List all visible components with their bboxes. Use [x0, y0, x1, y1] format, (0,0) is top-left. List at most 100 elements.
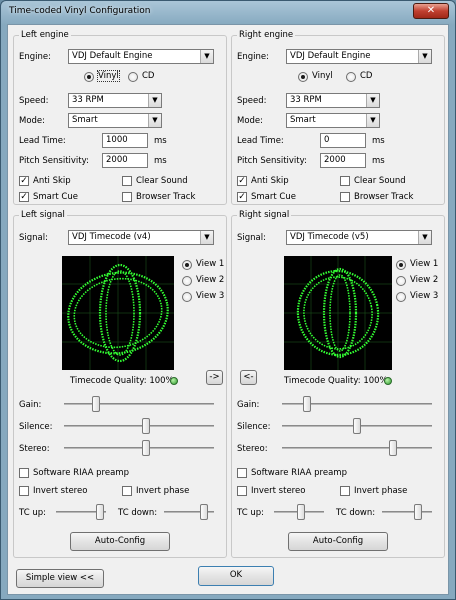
right-view1-radio[interactable] [396, 260, 406, 270]
left-vinyl-radio[interactable] [84, 72, 94, 82]
right-browser-track-checkbox[interactable] [340, 192, 350, 202]
right-vinyl-label: Vinyl [312, 71, 333, 81]
left-tc-down-slider[interactable] [164, 502, 214, 522]
right-view3-radio[interactable] [396, 292, 406, 302]
right-engine-select[interactable]: VDJ Default Engine ▼ [286, 49, 432, 64]
right-engine-value: VDJ Default Engine [290, 51, 371, 61]
right-speed-select[interactable]: 33 RPM ▼ [286, 93, 380, 108]
right-lead-unit: ms [372, 136, 385, 146]
left-gain-slider[interactable] [64, 394, 214, 414]
left-browser-track-checkbox[interactable] [122, 192, 132, 202]
left-lead-input[interactable]: 1000 [102, 133, 148, 148]
left-view3-label: View 3 [196, 291, 225, 301]
slider-thumb[interactable] [142, 440, 150, 456]
left-riaa-checkbox[interactable] [19, 468, 29, 478]
left-silence-slider[interactable] [64, 416, 214, 436]
left-browser-track-label: Browser Track [136, 192, 196, 202]
left-tc-up-slider[interactable] [56, 502, 106, 522]
right-smart-cue-checkbox[interactable]: ✓ [237, 192, 247, 202]
right-pitch-label: Pitch Sensitivity: [237, 156, 307, 166]
title-bar[interactable]: Time-coded Vinyl Configuration ✕ [1, 1, 455, 23]
right-auto-config-button[interactable]: Auto-Config [288, 532, 388, 551]
chevron-down-icon: ▼ [200, 231, 213, 244]
left-anti-skip-checkbox[interactable]: ✓ [19, 176, 29, 186]
right-signal-select[interactable]: VDJ Timecode (v5) ▼ [286, 230, 432, 245]
left-auto-config-button[interactable]: Auto-Config [70, 532, 170, 551]
right-engine-label: Engine: [237, 52, 269, 62]
left-stereo-slider[interactable] [64, 438, 214, 458]
left-view1-radio[interactable] [182, 260, 192, 270]
left-copy-right-button[interactable]: -> [206, 370, 223, 385]
chevron-down-icon: ▼ [418, 50, 431, 63]
left-signal-select[interactable]: VDJ Timecode (v4) ▼ [68, 230, 214, 245]
right-view2-radio[interactable] [396, 276, 406, 286]
left-tc-down-label: TC down: [118, 508, 158, 518]
left-smart-cue-label: Smart Cue [33, 192, 78, 202]
right-signal-value: VDJ Timecode (v5) [290, 232, 369, 242]
right-view3-label: View 3 [410, 291, 439, 301]
left-invert-stereo-checkbox[interactable] [19, 486, 29, 496]
slider-thumb[interactable] [92, 396, 100, 412]
left-riaa-label: Software RIAA preamp [33, 468, 129, 478]
right-stereo-slider[interactable] [282, 438, 432, 458]
left-view2-radio[interactable] [182, 276, 192, 286]
ok-button[interactable]: OK [198, 566, 274, 586]
slider-thumb[interactable] [96, 504, 104, 520]
slider-track [64, 403, 214, 405]
right-pitch-input[interactable]: 2000 [320, 153, 366, 168]
right-timecode-scope [284, 256, 392, 370]
left-engine-label: Engine: [19, 52, 51, 62]
right-invert-stereo-checkbox[interactable] [237, 486, 247, 496]
left-view3-radio[interactable] [182, 292, 192, 302]
left-mode-select[interactable]: Smart ▼ [68, 113, 162, 128]
slider-thumb[interactable] [303, 396, 311, 412]
left-lead-unit: ms [154, 136, 167, 146]
right-vinyl-radio[interactable] [298, 72, 308, 82]
right-invert-stereo-label: Invert stereo [251, 486, 306, 496]
left-invert-phase-checkbox[interactable] [122, 486, 132, 496]
left-pitch-input[interactable]: 2000 [102, 153, 148, 168]
slider-thumb[interactable] [414, 504, 422, 520]
right-lead-input[interactable]: 0 [320, 133, 366, 148]
right-gain-slider[interactable] [282, 394, 432, 414]
right-engine-group: Right engine Engine: VDJ Default Engine ▼… [231, 30, 445, 205]
right-riaa-checkbox[interactable] [237, 468, 247, 478]
left-cd-radio[interactable] [128, 72, 138, 82]
left-silence-label: Silence: [19, 422, 53, 432]
right-invert-phase-checkbox[interactable] [340, 486, 350, 496]
chevron-down-icon: ▼ [148, 94, 161, 107]
left-view2-label: View 2 [196, 275, 225, 285]
right-mode-select[interactable]: Smart ▼ [286, 113, 380, 128]
close-button[interactable]: ✕ [413, 3, 449, 19]
left-engine-select[interactable]: VDJ Default Engine ▼ [68, 49, 214, 64]
right-stereo-label: Stereo: [237, 444, 268, 454]
left-lead-label: Lead Time: [19, 136, 66, 146]
left-speed-value: 33 RPM [72, 95, 104, 105]
simple-view-button[interactable]: Simple view << [16, 569, 104, 588]
chevron-down-icon: ▼ [148, 114, 161, 127]
slider-track [282, 447, 432, 449]
right-tc-up-slider[interactable] [274, 502, 324, 522]
left-engine-group: Left engine Engine: VDJ Default Engine ▼ … [13, 30, 227, 205]
left-signal-title: Left signal [19, 210, 67, 220]
slider-thumb[interactable] [200, 504, 208, 520]
right-anti-skip-checkbox[interactable]: ✓ [237, 176, 247, 186]
right-clear-sound-checkbox[interactable] [340, 176, 350, 186]
left-smart-cue-checkbox[interactable]: ✓ [19, 192, 29, 202]
right-tc-down-slider[interactable] [382, 502, 432, 522]
left-clear-sound-checkbox[interactable] [122, 176, 132, 186]
left-quality-text: Timecode Quality: 100% [70, 376, 174, 386]
right-cd-radio[interactable] [346, 72, 356, 82]
slider-thumb[interactable] [353, 418, 361, 434]
slider-track [64, 447, 214, 449]
slider-thumb[interactable] [297, 504, 305, 520]
left-engine-value: VDJ Default Engine [72, 51, 153, 61]
right-silence-slider[interactable] [282, 416, 432, 436]
right-copy-left-button[interactable]: <- [240, 370, 257, 385]
right-clear-sound-label: Clear Sound [354, 176, 406, 186]
slider-thumb[interactable] [142, 418, 150, 434]
left-speed-select[interactable]: 33 RPM ▼ [68, 93, 162, 108]
slider-thumb[interactable] [389, 440, 397, 456]
dialog-body: Left engine Engine: VDJ Default Engine ▼ … [7, 24, 449, 595]
left-mode-label: Mode: [19, 116, 46, 126]
